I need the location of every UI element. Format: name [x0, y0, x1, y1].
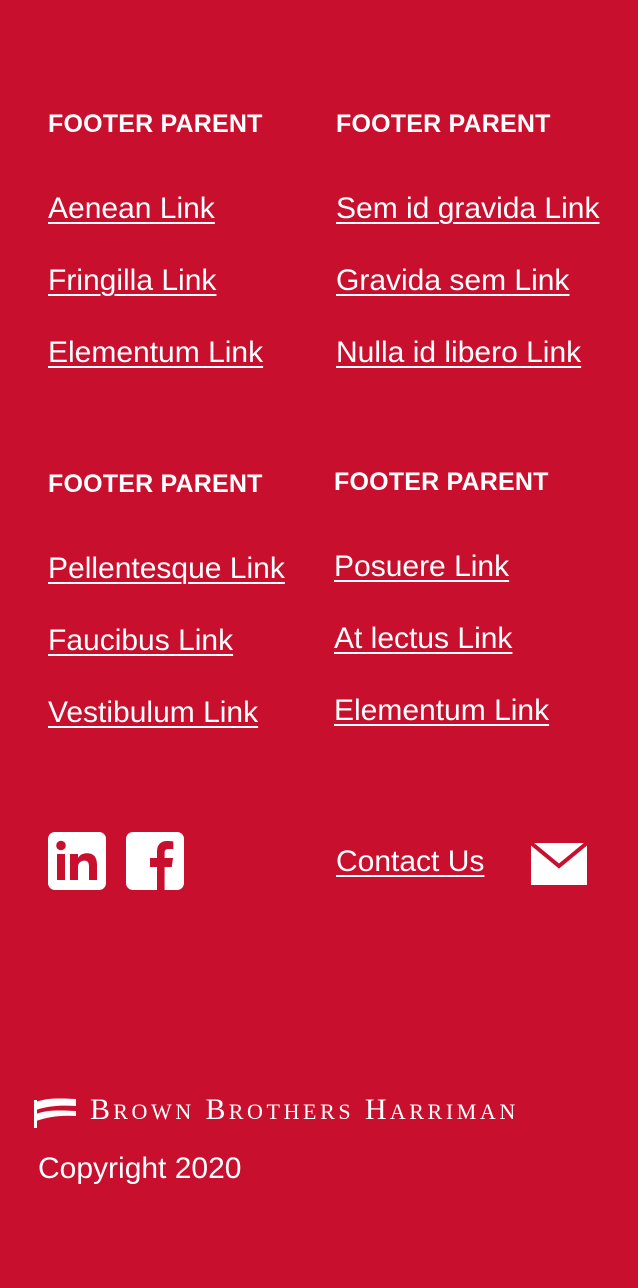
footer-column-4: FOOTER PARENT Posuere Link At lectus Lin… — [334, 468, 634, 768]
footer-column-heading: FOOTER PARENT — [48, 110, 263, 138]
footer-column-1: FOOTER PARENT Aenean Link Fringilla Link… — [48, 110, 328, 410]
footer-link-posuere[interactable]: Posuere Link — [334, 550, 509, 584]
footer-link-sem-id-gravida[interactable]: Sem id gravida Link — [336, 192, 599, 226]
footer-column-heading: FOOTER PARENT — [336, 110, 551, 138]
footer-link-elementum-2[interactable]: Elementum Link — [334, 694, 549, 728]
footer-link-at-lectus[interactable]: At lectus Link — [334, 622, 512, 656]
facebook-icon[interactable] — [126, 832, 184, 890]
footer-link-fringilla[interactable]: Fringilla Link — [48, 264, 216, 298]
brand-logo[interactable]: BROWN BROTHERS HARRIMAN — [34, 1092, 604, 1132]
footer-column-heading: FOOTER PARENT — [48, 470, 263, 498]
linkedin-icon[interactable] — [48, 832, 106, 890]
footer-link-aenean[interactable]: Aenean Link — [48, 192, 215, 226]
bbh-flag-icon — [34, 1096, 78, 1128]
footer-link-pellentesque[interactable]: Pellentesque Link — [48, 552, 285, 586]
copyright-text: Copyright 2020 — [38, 1152, 242, 1185]
footer-column-heading: FOOTER PARENT — [334, 468, 549, 496]
mail-icon[interactable] — [530, 842, 588, 886]
footer-link-elementum[interactable]: Elementum Link — [48, 336, 263, 370]
footer-column-3: FOOTER PARENT Pellentesque Link Faucibus… — [48, 470, 328, 770]
footer-link-vestibulum[interactable]: Vestibulum Link — [48, 696, 258, 730]
footer-link-faucibus[interactable]: Faucibus Link — [48, 624, 233, 658]
footer-column-2: FOOTER PARENT Sem id gravida Link Gravid… — [336, 110, 636, 410]
footer-link-gravida-sem[interactable]: Gravida sem Link — [336, 264, 569, 298]
footer-link-nulla-id-libero[interactable]: Nulla id libero Link — [336, 336, 581, 370]
brand-name: BROWN BROTHERS HARRIMAN — [90, 1093, 519, 1126]
contact-us-link[interactable]: Contact Us — [336, 845, 484, 879]
